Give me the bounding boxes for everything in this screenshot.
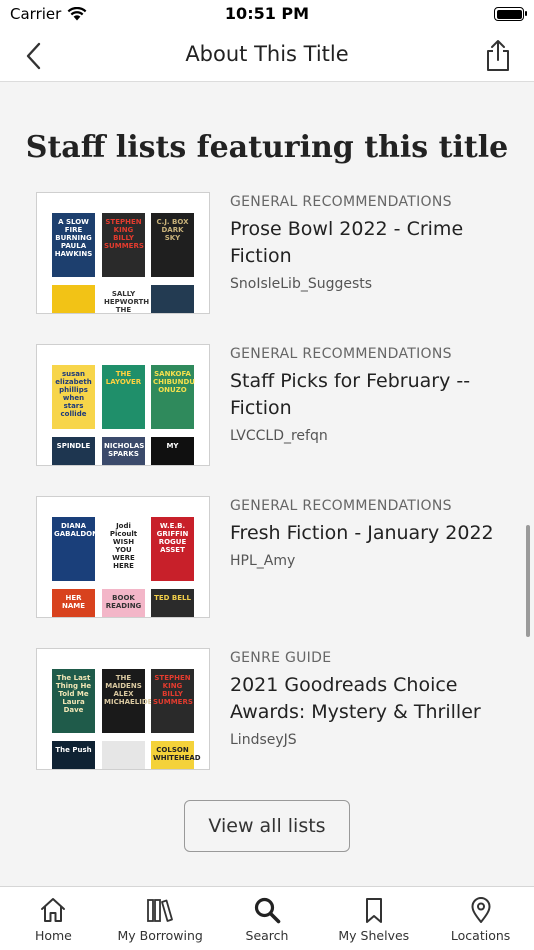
book-cover: STEPHEN KING BILLY SUMMERS: [151, 669, 194, 733]
tab-label: Home: [34, 928, 72, 943]
book-cover: [102, 741, 145, 769]
list-category: GENERAL RECOMMENDATIONS: [230, 194, 452, 210]
list-category: GENERAL RECOMMENDATIONS: [230, 498, 452, 514]
book-cover-text: STEPHEN KING BILLY SUMMERS: [104, 218, 144, 250]
book-cover: MY: [151, 437, 194, 465]
list-cover-collage: susan elizabeth phillips when stars coll…: [36, 344, 210, 466]
list-cover-collage: DIANA GABALDON Jodi Picoult WISH YOU WERE…: [36, 496, 210, 618]
tab-bar: Home My Borrowing Search My Shelves Loca…: [0, 886, 534, 950]
book-cover: BOOK READING: [102, 589, 145, 617]
book-cover-text: SALLY HEPWORTH THE: [104, 290, 150, 314]
battery-icon: [494, 7, 527, 21]
list-cover-collage: A SLOW FIRE BURNING PAULA HAWKINS STEPHEN…: [36, 192, 210, 314]
books-icon: [147, 899, 174, 922]
tab-label: My Borrowing: [117, 928, 203, 943]
book-cover: C.J. BOX DARK SKY: [151, 213, 194, 277]
book-cover-text: STEPHEN KING BILLY SUMMERS: [153, 674, 193, 706]
search-icon: [254, 897, 281, 924]
book-cover-text: MY: [166, 442, 179, 450]
list-cover-collage: The Last Thing He Told Me Laura Dave THE …: [36, 648, 210, 770]
list-title: Prose Bowl 2022 - Crime Fiction: [230, 218, 464, 267]
book-cover: SPINDLE: [52, 437, 95, 465]
tab-search[interactable]: Search: [214, 887, 321, 950]
book-cover-text: BOOK READING: [105, 594, 142, 610]
staff-list-item[interactable]: DIANA GABALDON Jodi Picoult WISH YOU WERE…: [36, 496, 506, 618]
location-pin-icon: [471, 897, 491, 923]
list-title: 2021 Goodreads Choice Awards: Mystery & …: [230, 674, 481, 723]
book-cover-text: HER NAME: [61, 594, 86, 610]
scrollbar[interactable]: [526, 525, 530, 637]
list-author: SnoIsleLib_Suggests: [230, 276, 373, 292]
book-cover-text: THE MAIDENS ALEX MICHAELIDES: [104, 674, 158, 706]
navigation-bar: About This Title: [0, 30, 534, 82]
book-cover-text: DIANA GABALDON: [54, 522, 98, 538]
share-button[interactable]: [482, 37, 514, 73]
book-cover: DIANA GABALDON: [52, 517, 98, 581]
staff-list-item[interactable]: The Last Thing He Told Me Laura Dave THE …: [36, 648, 506, 770]
page-title: About This Title: [185, 42, 349, 66]
book-cover: A SLOW FIRE BURNING PAULA HAWKINS: [52, 213, 95, 277]
book-cover: [151, 285, 194, 313]
list-category: GENERAL RECOMMENDATIONS: [230, 346, 452, 362]
book-cover-text: Jodi Picoult WISH YOU WERE HERE: [109, 522, 138, 570]
clock: 10:51 PM: [224, 4, 310, 23]
staff-list-item[interactable]: susan elizabeth phillips when stars coll…: [36, 344, 506, 466]
tab-label: My Shelves: [338, 928, 410, 943]
tab-home[interactable]: Home: [0, 887, 107, 950]
book-cover: [52, 285, 95, 313]
tab-label: Search: [245, 928, 289, 943]
book-cover: TED BELL: [151, 589, 194, 617]
view-all-lists-button[interactable]: View all lists: [184, 800, 350, 852]
book-cover-text: A SLOW FIRE BURNING PAULA HAWKINS: [54, 218, 93, 258]
book-cover: The Last Thing He Told Me Laura Dave: [52, 669, 95, 733]
book-cover-text: susan elizabeth phillips when stars coll…: [55, 370, 92, 418]
list-author: LindseyJS: [230, 732, 297, 748]
book-cover-text: COLSON WHITEHEAD: [153, 746, 201, 762]
home-icon: [41, 898, 66, 922]
book-cover-text: The Push: [55, 746, 92, 754]
list-author: LVCCLD_refqn: [230, 428, 328, 444]
book-cover-text: SANKOFA CHIBUNDU ONUZO: [153, 370, 195, 394]
book-cover-text: C.J. BOX DARK SKY: [156, 218, 189, 242]
book-cover: COLSON WHITEHEAD: [151, 741, 201, 769]
book-cover-text: SPINDLE: [56, 442, 91, 450]
list-title: Fresh Fiction - January 2022: [230, 522, 494, 544]
tab-my-shelves[interactable]: My Shelves: [320, 887, 427, 950]
book-cover: NICHOLAS SPARKS: [102, 437, 145, 465]
book-cover-text: THE LAYOVER: [105, 370, 142, 386]
book-cover: The Push: [52, 741, 95, 769]
book-cover-text: NICHOLAS SPARKS: [104, 442, 145, 458]
book-cover-text: W.E.B. GRIFFIN ROGUE ASSET: [156, 522, 189, 554]
list-author: HPL_Amy: [230, 553, 296, 569]
book-cover: THE LAYOVER: [102, 365, 145, 429]
list-title: Staff Picks for February -- Fiction: [230, 370, 471, 419]
tab-my-borrowing[interactable]: My Borrowing: [107, 887, 214, 950]
book-cover: THE MAIDENS ALEX MICHAELIDES: [102, 669, 158, 733]
book-cover: SANKOFA CHIBUNDU ONUZO: [151, 365, 195, 429]
section-title: Staff lists featuring this title: [25, 130, 509, 165]
share-icon: [487, 40, 509, 71]
tab-locations[interactable]: Locations: [427, 887, 534, 950]
book-cover: STEPHEN KING BILLY SUMMERS: [102, 213, 145, 277]
book-cover: SALLY HEPWORTH THE: [102, 285, 150, 314]
list-category: GENRE GUIDE: [230, 650, 332, 666]
book-cover: W.E.B. GRIFFIN ROGUE ASSET: [151, 517, 194, 581]
status-bar: Carrier 10:51 PM: [0, 0, 534, 30]
book-cover-text: The Last Thing He Told Me Laura Dave: [55, 674, 92, 714]
bookmark-icon: [365, 898, 382, 923]
book-cover: HER NAME: [52, 589, 95, 617]
book-cover: susan elizabeth phillips when stars coll…: [52, 365, 95, 429]
staff-list-item[interactable]: A SLOW FIRE BURNING PAULA HAWKINS STEPHEN…: [36, 192, 506, 314]
book-cover-text: TED BELL: [154, 594, 191, 602]
book-cover: Jodi Picoult WISH YOU WERE HERE: [102, 517, 145, 581]
tab-label: Locations: [450, 928, 511, 943]
